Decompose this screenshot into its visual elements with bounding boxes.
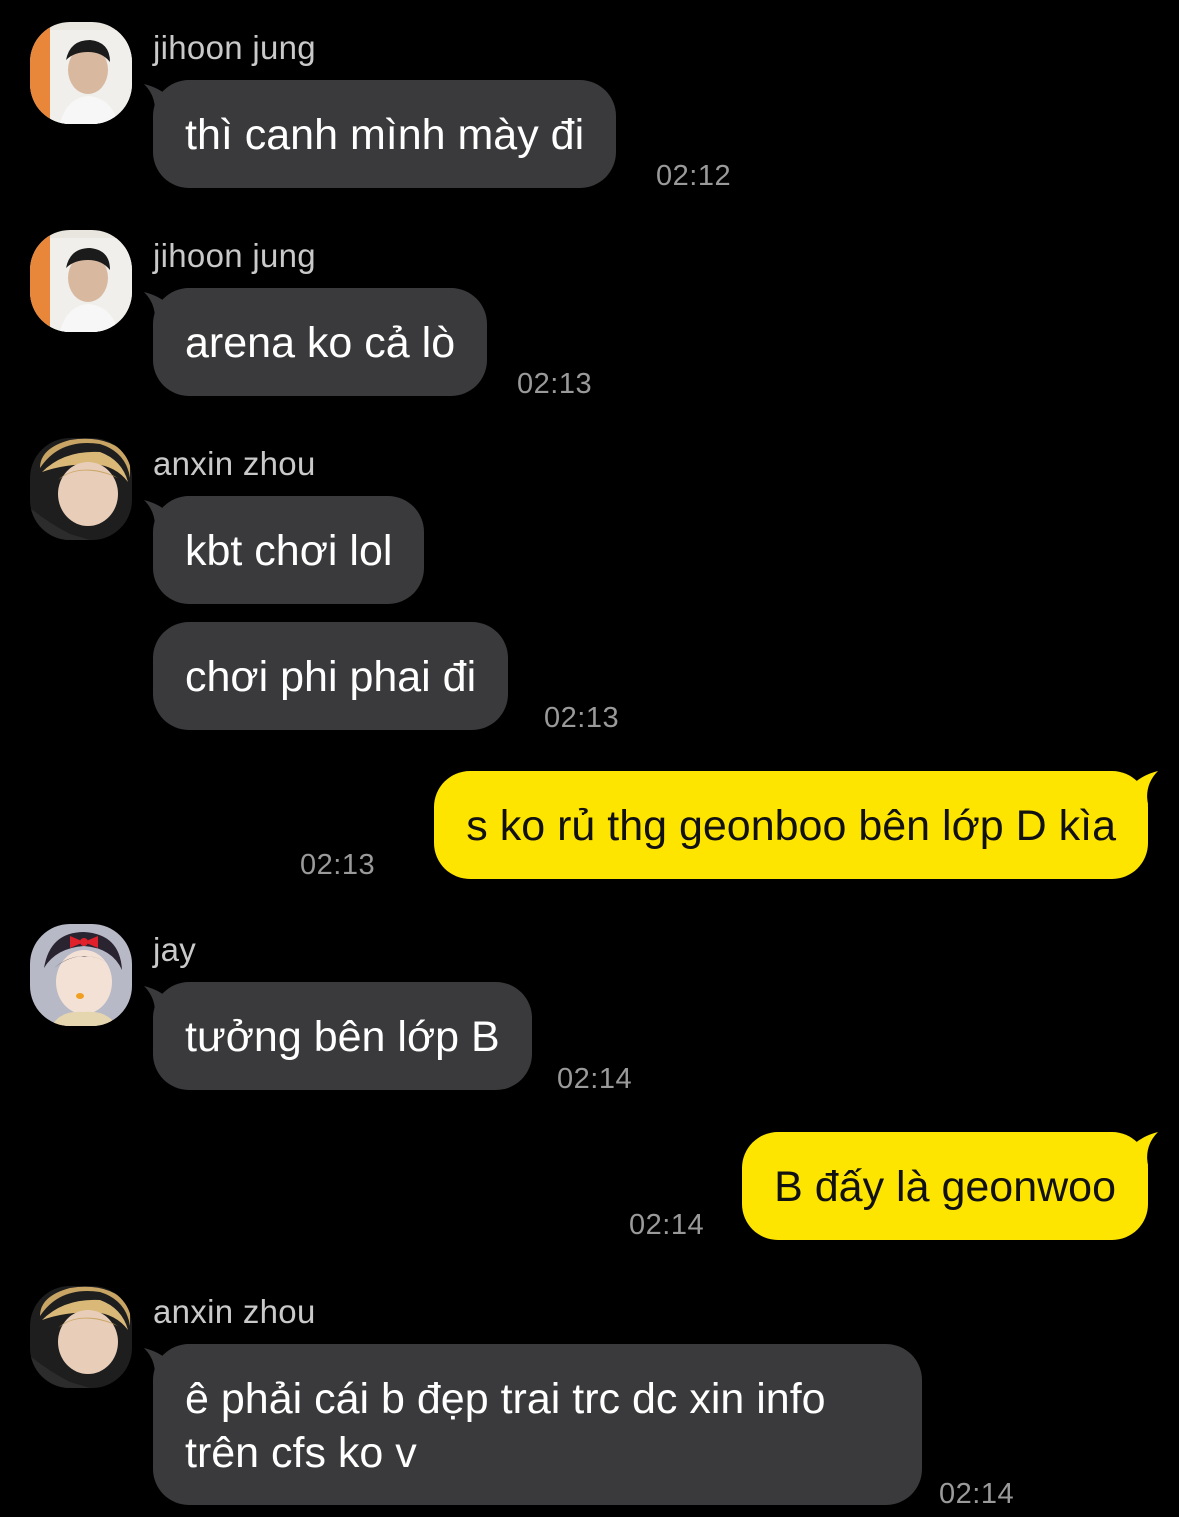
message-line: ê phải cái b đẹp trai trc dc xin info xyxy=(185,1375,826,1423)
sender-name: jihoon jung xyxy=(153,237,316,274)
sender-name: jay xyxy=(153,931,197,968)
message-bubble[interactable]: tưởng bên lớp B xyxy=(153,982,532,1090)
message-line: trên cfs ko v xyxy=(185,1429,417,1477)
message-bubble[interactable]: kbt chơi lol xyxy=(153,496,425,604)
message-time: 02:14 xyxy=(557,1063,633,1095)
bubble-tail xyxy=(1124,1132,1158,1166)
sender-name: jihoon jung xyxy=(153,29,316,66)
message-time: 02:13 xyxy=(544,702,620,734)
chat-thread[interactable]: jihoon jung thì canh mình mày đi 02:12 j… xyxy=(0,0,1179,1517)
message-bubble[interactable]: arena ko cả lò xyxy=(153,288,488,396)
message-time: 02:14 xyxy=(939,1478,1015,1510)
bubble-tail xyxy=(1124,771,1158,805)
message-time: 02:14 xyxy=(629,1209,705,1241)
sender-name: anxin zhou xyxy=(153,1293,316,1330)
message-time: 02:12 xyxy=(656,160,732,192)
jihoon-avatar[interactable] xyxy=(30,230,132,332)
outgoing-message-bubble[interactable]: B đấy là geonwoo xyxy=(742,1132,1148,1240)
jay-avatar[interactable] xyxy=(30,924,132,1026)
message-bubble[interactable]: chơi phi phai đi xyxy=(153,622,509,730)
outgoing-message-bubble[interactable]: s ko rủ thg geonboo bên lớp D kìa xyxy=(434,771,1148,879)
jihoon-avatar[interactable] xyxy=(30,22,132,124)
message-bubble[interactable]: thì canh mình mày đi xyxy=(153,80,617,188)
anxin-avatar[interactable] xyxy=(30,438,132,540)
message-time: 02:13 xyxy=(300,849,376,881)
sender-name: anxin zhou xyxy=(153,445,316,482)
message-bubble[interactable]: ê phải cái b đẹp trai trc dc xin info tr… xyxy=(153,1344,922,1505)
message-time: 02:13 xyxy=(517,368,593,400)
anxin-avatar[interactable] xyxy=(30,1286,132,1388)
